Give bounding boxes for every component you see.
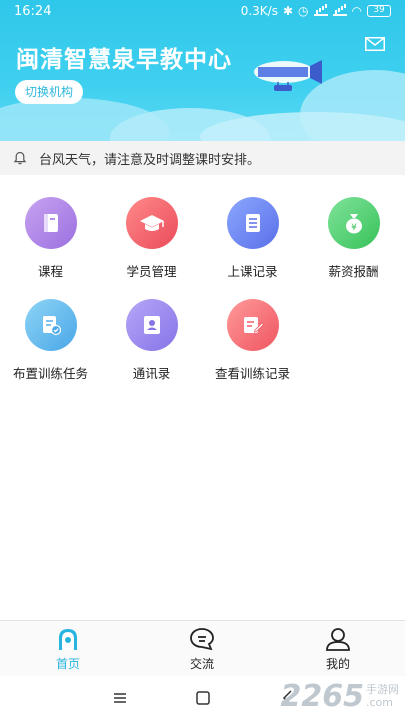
chat-icon [190, 628, 214, 651]
nav-label: 交流 [189, 657, 214, 671]
watermark-domain: .com [366, 696, 393, 709]
bluetooth-icon: ✱ [282, 4, 294, 18]
header-banner: 16:24 0.3K/s ✱ ◷ ◠ 39 闽清智慧泉早教中心 切换机构 [0, 0, 405, 141]
signal-icon [332, 6, 347, 16]
grid-item-contacts[interactable]: 通讯录 [101, 290, 202, 390]
grid-item-course[interactable]: 课程 [0, 188, 101, 288]
bottom-nav: 首页 交流 我的 [0, 620, 405, 676]
nav-item-profile[interactable]: 我的 [298, 627, 378, 672]
page-title: 闽清智慧泉早教中心 [16, 47, 232, 73]
grid-item-view-training-records[interactable]: 查看训练记录 [202, 290, 303, 390]
nav-item-home[interactable]: 首页 [28, 627, 108, 672]
menu-icon[interactable] [110, 688, 130, 708]
status-bar: 16:24 0.3K/s ✱ ◷ ◠ 39 [0, 0, 405, 24]
home-square-icon[interactable] [193, 688, 213, 708]
grid-item-label: 学员管理 [126, 264, 177, 279]
nav-label: 我的 [325, 657, 350, 671]
document-list-icon [226, 197, 279, 249]
grid-item-assign-training[interactable]: 布置训练任务 [0, 290, 101, 390]
grid-item-label: 通讯录 [132, 366, 171, 381]
money-bag-icon: ¥ [327, 197, 380, 249]
wifi-icon: ◠ [351, 4, 362, 18]
nav-label: 首页 [55, 657, 80, 671]
watermark-number: 2265 [280, 678, 365, 714]
grid-item-label: 查看训练记录 [214, 366, 290, 381]
notice-bar: 台风天气，请注意及时调整课时安排。 [0, 141, 405, 175]
grid-item-student-management[interactable]: 学员管理 [101, 188, 202, 288]
status-time: 16:24 [14, 4, 52, 19]
mail-icon[interactable] [365, 37, 385, 51]
svg-text:¥: ¥ [351, 223, 357, 233]
grid-item-salary[interactable]: ¥ 薪资报酬 [303, 188, 404, 288]
grid-item-label: 布置训练任务 [12, 366, 88, 381]
contact-card-icon [125, 299, 178, 351]
home-icon [59, 629, 77, 650]
task-check-icon [24, 299, 77, 351]
grid-item-label: 上课记录 [227, 264, 278, 279]
grid-item-label: 课程 [37, 264, 63, 279]
switch-institution-button[interactable]: 切换机构 [15, 80, 84, 104]
grid-item-class-records[interactable]: 上课记录 [202, 188, 303, 288]
graduation-cap-icon [125, 197, 178, 249]
user-icon [326, 628, 350, 651]
alarm-icon: ◷ [298, 4, 309, 18]
status-indicators: 0.3K/s ✱ ◷ ◠ 39 [241, 4, 391, 18]
edit-record-icon [226, 299, 279, 351]
watermark-text: 手游网 .com [366, 683, 399, 709]
network-speed: 0.3K/s [240, 4, 278, 18]
bell-icon [13, 151, 27, 165]
grid-item-label: 薪资报酬 [328, 264, 379, 279]
book-icon [24, 197, 77, 249]
blimp-illustration [254, 60, 322, 91]
battery-icon: 39 [367, 5, 391, 17]
watermark-logo: 2265 手游网 .com [281, 676, 400, 716]
nav-item-chat[interactable]: 交流 [162, 627, 242, 672]
watermark-cn: 手游网 [366, 683, 399, 696]
signal-icon [313, 6, 328, 16]
notice-text: 台风天气，请注意及时调整课时安排。 [39, 152, 261, 168]
